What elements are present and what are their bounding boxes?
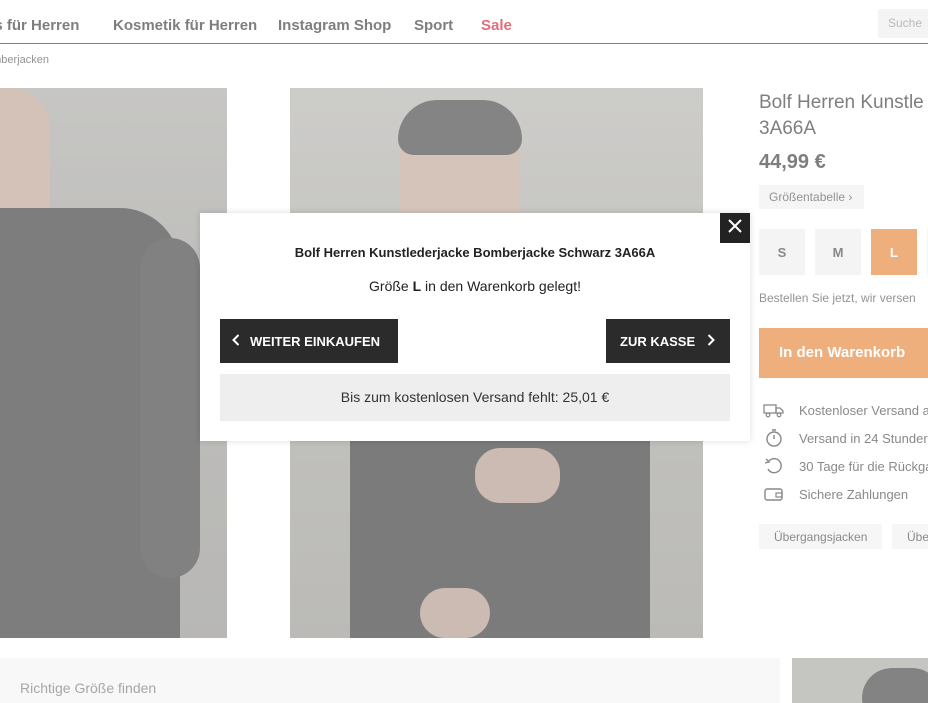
modal-msg-suffix: in den Warenkorb gelegt! [421, 278, 581, 294]
checkout-label: ZUR KASSE [620, 333, 696, 349]
continue-shopping-label: WEITER EINKAUFEN [250, 333, 380, 349]
checkout-button[interactable]: ZUR KASSE [606, 319, 730, 363]
free-shipping-remaining: Bis zum kostenlosen Versand fehlt: 25,01… [220, 374, 730, 421]
chevron-right-icon [707, 333, 716, 349]
close-button[interactable] [720, 213, 750, 243]
added-to-cart-modal: Bolf Herren Kunstlederjacke Bomberjacke … [200, 213, 750, 441]
close-icon [728, 218, 742, 238]
modal-confirmation-message: Größe L in den Warenkorb gelegt! [200, 278, 750, 294]
chevron-left-icon [232, 333, 240, 349]
modal-msg-prefix: Größe [369, 278, 413, 294]
modal-msg-size: L [412, 278, 422, 294]
continue-shopping-button[interactable]: WEITER EINKAUFEN [220, 319, 398, 363]
modal-product-title: Bolf Herren Kunstlederjacke Bomberjacke … [294, 245, 656, 260]
